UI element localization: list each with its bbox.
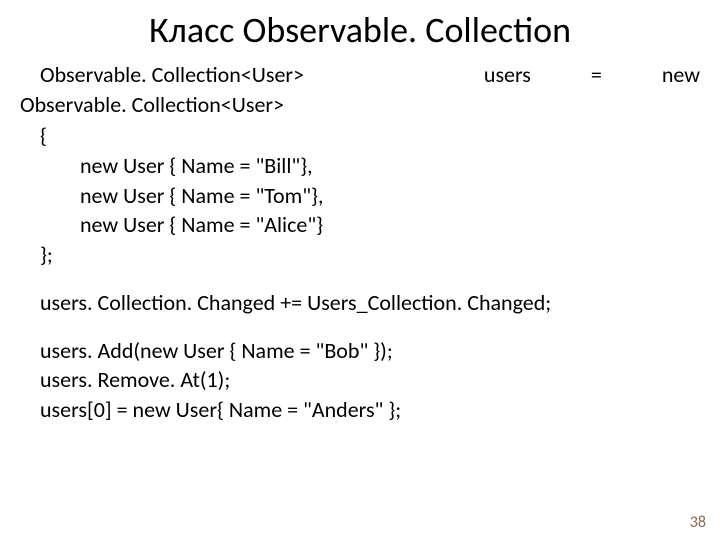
decl-var: users [484,60,591,90]
init-item-2: new User { Name = "Alice"} [20,210,700,240]
declaration-line-1: Observable. Collection<User> users = new [20,60,700,90]
init-item-1: new User { Name = "Tom"}, [20,181,700,211]
page-title: Класс Observable. Collection [20,8,700,52]
line-remove: users. Remove. At(1); [20,365,700,395]
init-item-0: new User { Name = "Bill"}, [20,151,700,181]
line-collection-changed: users. Collection. Changed += Users_Coll… [20,288,700,318]
line-index-assign: users[0] = new User{ Name = "Anders" }; [20,395,700,425]
code-block: Observable. Collection<User> users = new… [20,60,700,425]
decl-eq: = [591,60,662,90]
brace-close: }; [20,240,700,270]
declaration-line-2: Observable. Collection<User> [20,90,700,120]
line-add: users. Add(new User { Name = "Bob" }); [20,336,700,366]
page-number: 38 [690,513,706,532]
decl-type: Observable. Collection<User> [20,60,304,90]
brace-open: { [20,121,700,151]
decl-new: new [662,60,700,90]
